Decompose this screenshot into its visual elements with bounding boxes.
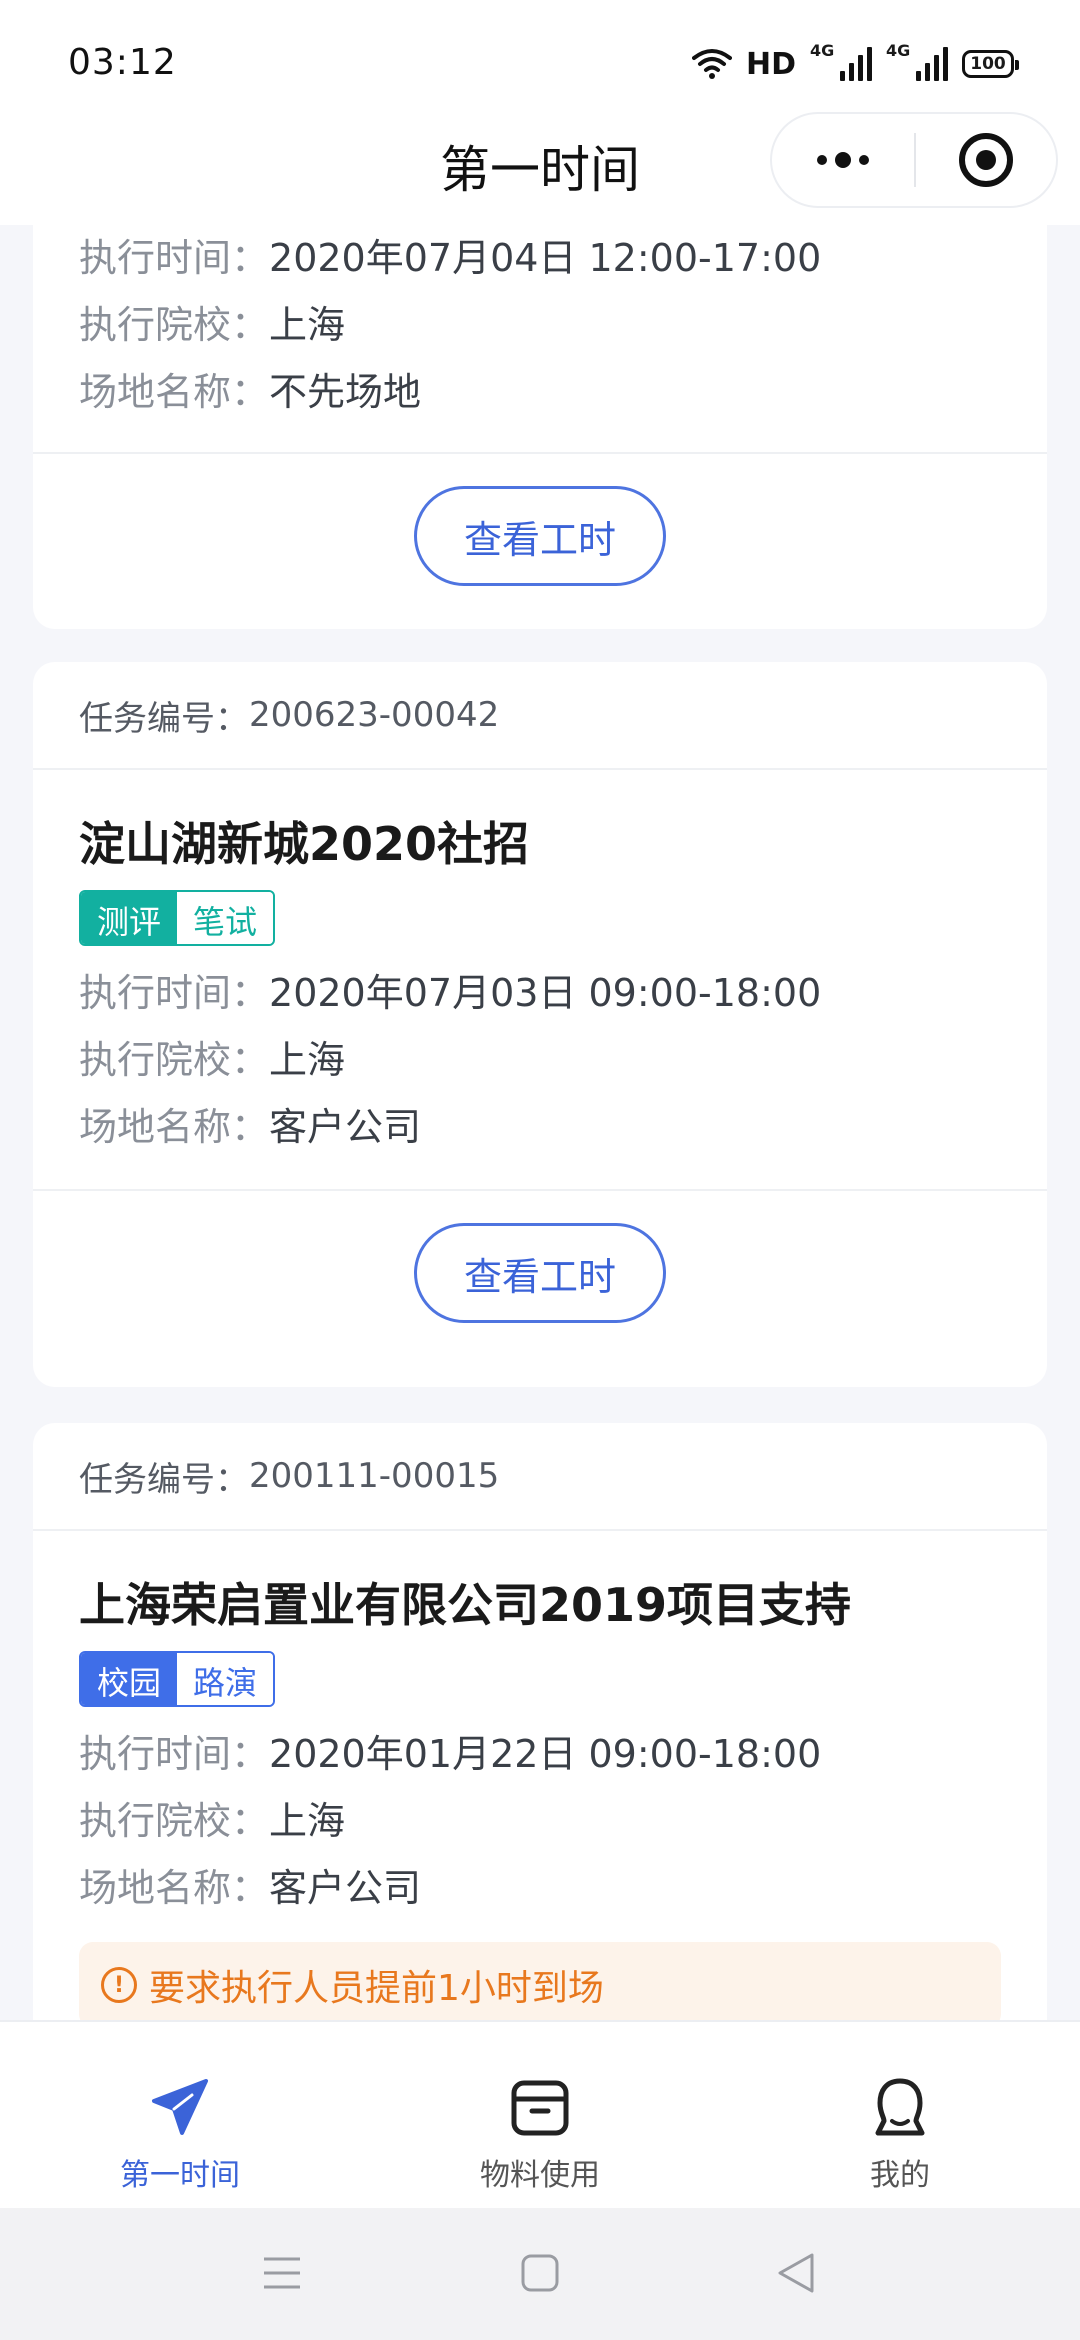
tab-label: 物料使用 xyxy=(480,2158,600,2193)
tag-primary: 校园 xyxy=(81,1653,178,1705)
more-dot-icon xyxy=(835,152,851,168)
home-icon xyxy=(521,2254,559,2292)
wifi-icon xyxy=(691,49,732,79)
tab-label: 我的 xyxy=(870,2158,930,2193)
task-title: 上海荣启置业有限公司2019项目支持 xyxy=(79,1578,852,1632)
warning-icon: ! xyxy=(101,1967,137,2003)
status-time: 03:12 xyxy=(68,42,177,83)
view-hours-button[interactable]: 查看工时 xyxy=(414,1223,666,1323)
back-icon xyxy=(778,2253,814,2293)
person-icon xyxy=(865,2072,935,2142)
exec-time-row: 执行时间：2020年07月04日 12:00-17:00 xyxy=(79,236,822,280)
exec-time-row: 执行时间：2020年07月03日 09:00-18:00 xyxy=(79,971,822,1015)
signal-icon: 4G xyxy=(810,41,872,81)
battery-icon: 100 xyxy=(962,50,1019,78)
signal-icon-2: 4G xyxy=(886,41,948,81)
venue-row: 场地名称：不先场地 xyxy=(79,370,422,414)
school-row: 执行院校：上海 xyxy=(79,1799,346,1843)
card-footer: 查看工时 xyxy=(33,452,1047,618)
view-hours-button[interactable]: 查看工时 xyxy=(414,486,666,586)
back-button[interactable] xyxy=(766,2248,826,2298)
paper-plane-icon xyxy=(145,2072,215,2142)
status-bar: 03:12 HD 4G 4G 100 xyxy=(0,0,1080,120)
tab-first-time[interactable]: 第一时间 xyxy=(0,2022,360,2208)
tab-label: 第一时间 xyxy=(120,2158,240,2193)
nav-bar: 第一时间 xyxy=(0,112,1080,225)
task-number: 任务编号： 200623-00042 xyxy=(33,662,1047,770)
task-tags: 测评 笔试 xyxy=(79,890,276,946)
task-info: 执行时间：2020年07月04日 12:00-17:00 执行院校：上海 场地名… xyxy=(33,225,1047,426)
task-title: 淀山湖新城2020社招 xyxy=(79,817,530,871)
notice-text: 要求执行人员提前1小时到场 xyxy=(149,1968,604,2009)
tab-materials[interactable]: 物料使用 xyxy=(360,2022,720,2208)
task-card: 任务编号： 200111-00015 上海荣启置业有限公司2019项目支持 校园 … xyxy=(33,1423,1047,2020)
exec-time-row: 执行时间：2020年01月22日 09:00-18:00 xyxy=(79,1732,822,1776)
target-icon xyxy=(959,133,1013,187)
miniprogram-capsule xyxy=(770,112,1058,208)
close-miniprogram-button[interactable] xyxy=(916,114,1056,206)
school-row: 执行院校：上海 xyxy=(79,303,346,347)
task-info: 执行时间：2020年01月22日 09:00-18:00 执行院校：上海 场地名… xyxy=(33,1721,1047,1922)
hd-indicator: HD xyxy=(745,46,796,82)
box-icon xyxy=(505,2072,575,2142)
menu-button[interactable] xyxy=(252,2248,312,2298)
home-button[interactable] xyxy=(510,2248,570,2298)
more-button[interactable] xyxy=(772,114,914,206)
school-row: 执行院校：上海 xyxy=(79,1038,346,1082)
task-card: 任务编号： 200623-00042 淀山湖新城2020社招 测评 笔试 执行时间… xyxy=(33,662,1047,1387)
tag-secondary: 路演 xyxy=(177,1653,274,1705)
card-footer: 查看工时 xyxy=(33,1189,1047,1355)
task-card: 执行时间：2020年07月04日 12:00-17:00 执行院校：上海 场地名… xyxy=(33,225,1047,629)
task-list[interactable]: 执行时间：2020年07月04日 12:00-17:00 执行院校：上海 场地名… xyxy=(0,225,1080,2020)
task-number: 任务编号： 200111-00015 xyxy=(33,1423,1047,1531)
tab-bar: 第一时间 物料使用 我的 xyxy=(0,2020,1080,2208)
tag-secondary: 笔试 xyxy=(177,892,274,944)
venue-row: 场地名称：客户公司 xyxy=(79,1866,422,1910)
status-icons: HD 4G 4G 100 xyxy=(691,41,1019,84)
tag-primary: 测评 xyxy=(81,892,178,944)
more-dot-icon xyxy=(817,155,827,165)
task-tags: 校园 路演 xyxy=(79,1651,276,1707)
arrival-notice: ! 要求执行人员提前1小时到场 xyxy=(79,1942,1001,2020)
more-dot-icon xyxy=(859,155,869,165)
venue-row: 场地名称：客户公司 xyxy=(79,1105,422,1149)
task-info: 执行时间：2020年07月03日 09:00-18:00 执行院校：上海 场地名… xyxy=(33,960,1047,1161)
tab-mine[interactable]: 我的 xyxy=(720,2022,1080,2208)
system-nav-bar xyxy=(0,2208,1080,2340)
menu-icon xyxy=(264,2257,300,2289)
